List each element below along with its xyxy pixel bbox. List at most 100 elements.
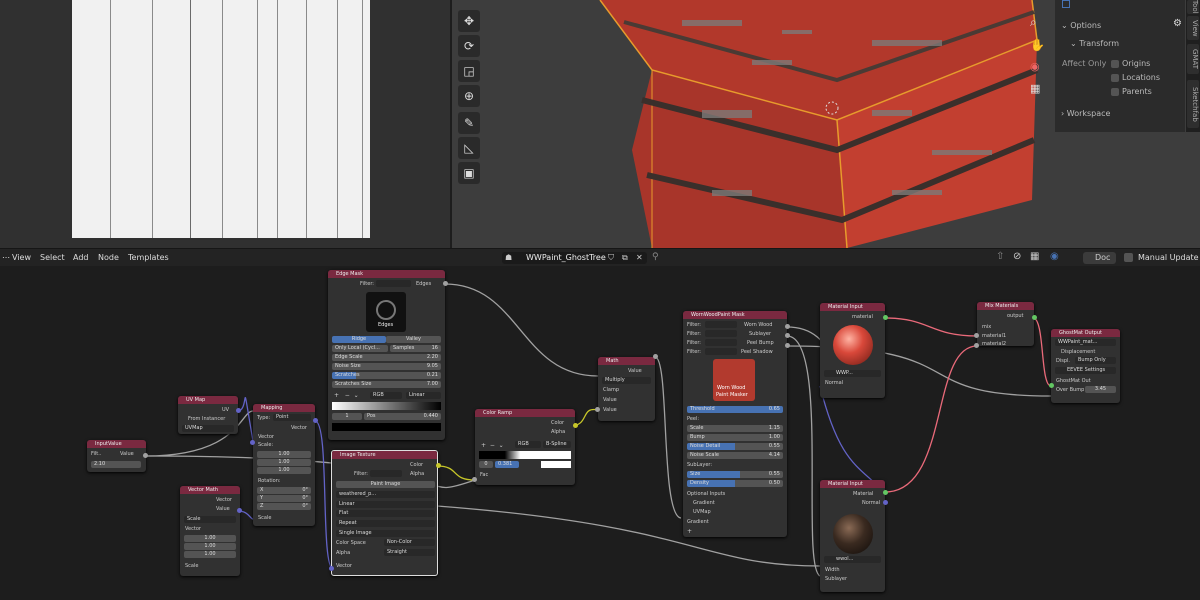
node-socket[interactable] xyxy=(143,453,148,458)
rotate-tool-icon[interactable]: ⟳ xyxy=(458,35,480,57)
node-title: Mapping xyxy=(253,404,315,412)
image-selector[interactable]: weathered_p... xyxy=(336,491,435,498)
node-socket[interactable] xyxy=(653,354,658,359)
material-preview xyxy=(833,514,873,554)
eevee-settings-button[interactable]: EEVEE Settings xyxy=(1055,367,1116,374)
node-socket[interactable] xyxy=(974,333,979,338)
workspace-section[interactable]: › Workspace xyxy=(1061,109,1110,118)
node-tree-selector[interactable]: ☗ WWPaint_GhostTree ⛉ ⧉ ✕ xyxy=(502,252,647,264)
node-socket[interactable] xyxy=(472,477,477,482)
options-section[interactable]: ⌄ Options xyxy=(1061,21,1101,30)
node-socket[interactable] xyxy=(236,408,241,413)
parents-checkbox[interactable]: Parents xyxy=(1111,87,1152,96)
node-editor-header: ⋯ View Select Add Node Templates ☗ WWPai… xyxy=(0,248,1200,266)
node-uvmap[interactable]: UV Map UV From Instancer UVMap xyxy=(178,396,238,434)
locations-checkbox[interactable]: Locations xyxy=(1111,73,1160,82)
node-math[interactable]: Math Value Multiply Clamp Value Value xyxy=(598,357,655,421)
texture-preview xyxy=(72,0,370,238)
origins-checkbox[interactable]: Origins xyxy=(1111,59,1150,68)
select-box-icon[interactable] xyxy=(1062,0,1070,8)
displacement-checkbox[interactable]: Displacement xyxy=(1061,349,1095,355)
node-socket[interactable] xyxy=(883,490,888,495)
paint-image-button[interactable]: Paint Image xyxy=(336,481,435,488)
node-colorramp[interactable]: Color Ramp Color Alpha + − ⌄ RGB B-Splin… xyxy=(475,409,575,485)
operation-dropdown[interactable]: Scale xyxy=(184,516,236,523)
node-socket[interactable] xyxy=(250,440,255,445)
uvmap-field[interactable]: UVMap xyxy=(182,425,234,432)
node-socket[interactable] xyxy=(1049,383,1054,388)
tab-sketchfab[interactable]: Sketchfab xyxy=(1187,80,1199,128)
from-instancer-checkbox[interactable]: From Instancer xyxy=(188,416,225,422)
tree-name[interactable]: WWPaint_GhostTree xyxy=(526,253,606,262)
close-icon[interactable]: ✕ xyxy=(636,253,643,262)
node-socket[interactable] xyxy=(443,281,448,286)
transform-tool-icon[interactable]: ⊕ xyxy=(458,85,480,107)
node-socket[interactable] xyxy=(237,508,242,513)
node-ghostmatoutput[interactable]: GhostMat Output WWPaint_mat... Displacem… xyxy=(1051,329,1120,403)
duplicate-icon[interactable]: ⧉ xyxy=(622,253,628,263)
tab-gmat[interactable]: GMAT xyxy=(1187,44,1199,74)
tab-view[interactable]: View xyxy=(1187,16,1199,40)
node-imagetexture[interactable]: Image Texture Color Filter: Alpha Paint … xyxy=(331,450,438,576)
node-title: Vector Math xyxy=(180,486,240,494)
node-socket[interactable] xyxy=(883,315,888,320)
ghost-icon[interactable]: ◉ xyxy=(1050,251,1059,262)
manual-update-checkbox[interactable] xyxy=(1124,253,1133,262)
node-title: InputValue xyxy=(87,440,146,448)
menu-add[interactable]: Add xyxy=(73,253,89,262)
color-ramp-bar[interactable] xyxy=(479,451,571,459)
overlay-icon[interactable]: ▦ xyxy=(1030,251,1039,262)
parent-tree-icon[interactable]: ⇧ xyxy=(996,251,1004,262)
gradient-checkbox[interactable]: Gradient xyxy=(693,500,715,506)
node-vectormath[interactable]: Vector Math Vector Value Scale Vector 1.… xyxy=(180,486,240,576)
node-materialinput-1[interactable]: Material Input material WWP... Normal xyxy=(820,303,885,398)
menu-view[interactable]: View xyxy=(12,253,31,262)
zoom-icon[interactable]: ⌕ xyxy=(1030,15,1037,30)
node-socket[interactable] xyxy=(313,418,318,423)
node-socket[interactable] xyxy=(595,407,600,412)
node-materialinput-2[interactable]: Material Input Material Normal wwol... W… xyxy=(820,480,885,592)
menu-node[interactable]: Node xyxy=(98,253,119,262)
hand-pan-icon[interactable]: ✋ xyxy=(1030,38,1045,52)
grid-view-icon[interactable]: ▦ xyxy=(1030,82,1040,95)
node-socket[interactable] xyxy=(329,566,334,571)
node-socket[interactable] xyxy=(436,463,441,468)
shield-icon[interactable]: ⛉ xyxy=(608,253,614,263)
color-ramp-bar[interactable] xyxy=(332,402,441,410)
node-socket[interactable] xyxy=(1032,315,1037,320)
uvmap-checkbox[interactable]: UVMap xyxy=(693,509,711,515)
transform-section[interactable]: ⌄ Transform xyxy=(1070,39,1119,48)
add-cube-tool-icon[interactable]: ▣ xyxy=(458,162,480,184)
settings-icon[interactable]: ⚙ xyxy=(1173,18,1182,29)
pin-icon[interactable]: ⚲ xyxy=(652,252,659,262)
node-socket[interactable] xyxy=(785,324,790,329)
scale-tool-icon[interactable]: ◲ xyxy=(458,60,480,82)
node-socket[interactable] xyxy=(785,333,790,338)
node-title: UV Map xyxy=(178,396,238,404)
tab-valley[interactable]: Valley xyxy=(386,336,441,343)
node-socket[interactable] xyxy=(974,343,979,348)
annotate-tool-icon[interactable]: ✎ xyxy=(458,112,480,134)
node-mixmaterials[interactable]: Mix Materials output mix material1 mater… xyxy=(977,302,1034,346)
clamp-checkbox[interactable]: Clamp xyxy=(603,387,619,393)
node-edgemask[interactable]: Edge Mask Filter: Edges Edges Ridge Vall… xyxy=(328,270,445,440)
node-socket[interactable] xyxy=(883,500,888,505)
value-field[interactable]: 2.10 xyxy=(91,461,141,468)
menu-select[interactable]: Select xyxy=(40,253,65,262)
menu-templates[interactable]: Templates xyxy=(128,253,169,262)
node-inputvalue[interactable]: InputValue Filt.. Value 2.10 xyxy=(87,440,146,472)
camera-icon[interactable]: ◉ xyxy=(1030,60,1040,73)
move-tool-icon[interactable]: ✥ xyxy=(458,10,480,32)
doc-button[interactable]: Doc xyxy=(1083,252,1116,264)
measure-tool-icon[interactable]: ◺ xyxy=(458,137,480,159)
tab-tool[interactable]: Tool xyxy=(1187,0,1199,14)
node-wornwoodpaint[interactable]: WornWoodPaint Mask Filter: Worn Wood Filt… xyxy=(683,311,787,537)
node-socket[interactable] xyxy=(573,423,578,428)
node-title: Mix Materials xyxy=(977,302,1034,310)
node-socket[interactable] xyxy=(785,343,790,348)
tab-ridge[interactable]: Ridge xyxy=(332,336,386,343)
node-mapping[interactable]: Mapping Type: Point Vector Vector Scale:… xyxy=(253,404,315,526)
edges-thumbnail: Edges xyxy=(366,292,406,332)
snap-icon[interactable]: ⊘ xyxy=(1013,251,1021,262)
node-canvas[interactable]: InputValue Filt.. Value 2.10 UV Map UV F… xyxy=(0,266,1200,600)
